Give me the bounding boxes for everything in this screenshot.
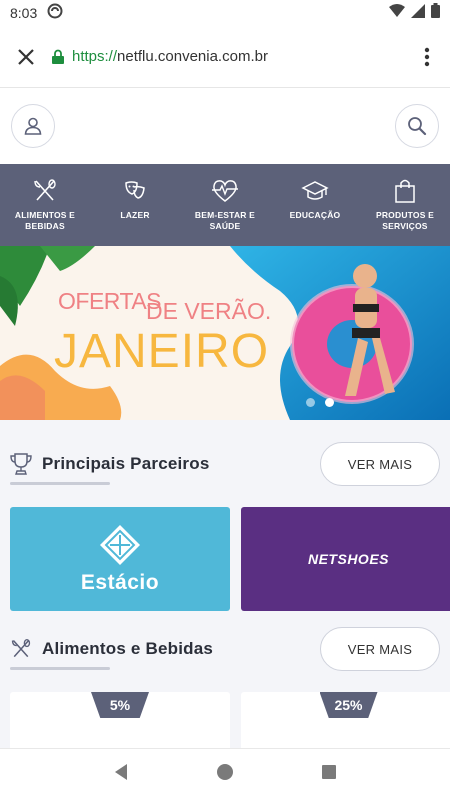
category-educacao[interactable]: EDUCAÇÃO <box>270 164 360 246</box>
carousel-dot-active[interactable] <box>325 398 334 407</box>
shopping-bag-icon <box>395 179 415 203</box>
url-scheme: https:// <box>72 48 118 65</box>
ver-mais-food-button[interactable]: VER MAIS <box>320 627 440 671</box>
partners-section-header: Principais Parceiros <box>10 452 209 476</box>
user-button[interactable] <box>11 104 55 148</box>
close-tab-button[interactable] <box>0 26 52 88</box>
category-label-line1: LAZER <box>120 210 150 220</box>
theater-masks-icon <box>125 181 145 199</box>
carousel-dots <box>306 398 334 407</box>
user-icon <box>24 117 42 135</box>
estacio-logo-icon <box>100 525 140 565</box>
section-underline <box>10 482 110 485</box>
offer-card[interactable]: 25% <box>241 692 450 748</box>
discount-badge: 5% <box>91 692 149 718</box>
category-label-line1: PRODUTOS E <box>375 210 435 220</box>
signal-icon <box>411 3 425 23</box>
more-vert-icon <box>424 47 430 66</box>
category-alimentos-bebidas[interactable]: ALIMENTOS E BEBIDAS <box>0 164 90 246</box>
home-icon <box>216 764 233 780</box>
partner-name-netshoes: NETSHOES <box>307 551 389 567</box>
category-label-line1: ALIMENTOS E <box>14 210 76 220</box>
fork-knife-icon <box>34 179 56 201</box>
recents-button[interactable] <box>321 764 337 785</box>
trophy-icon <box>10 453 32 475</box>
wifi-icon <box>389 3 405 23</box>
status-bar: 8:03 <box>0 0 450 26</box>
back-button[interactable] <box>113 763 129 786</box>
battery-icon <box>431 3 440 23</box>
category-lazer[interactable]: LAZER <box>90 164 180 246</box>
section-title-partners: Principais Parceiros <box>42 454 210 473</box>
search-button[interactable] <box>395 104 439 148</box>
partner-name-estacio: Estácio <box>80 571 160 594</box>
recents-icon <box>321 765 336 779</box>
category-nav: ALIMENTOS E BEBIDAS LAZER BEM-ESTAR E SAÚD… <box>0 164 450 246</box>
banner-headline-month: JANEIRO <box>54 325 270 378</box>
close-icon <box>18 48 34 65</box>
heart-pulse-icon <box>212 180 238 202</box>
system-nav-bar <box>0 748 450 800</box>
graduation-cap-icon <box>301 181 329 200</box>
category-label-line2: SERVIÇOS <box>382 221 428 231</box>
partner-card-netshoes[interactable]: NETSHOES <box>241 507 450 611</box>
category-label-line1: EDUCAÇÃO <box>289 210 341 220</box>
home-button[interactable] <box>216 763 234 786</box>
promo-banner[interactable]: OFERTAS DE VERÃO. JANEIRO <box>0 246 450 420</box>
category-bem-estar-saude[interactable]: BEM-ESTAR E SAÚDE <box>180 164 270 246</box>
search-icon <box>408 117 427 136</box>
section-underline <box>10 667 110 670</box>
carousel-dot[interactable] <box>306 398 315 407</box>
category-label-line2: BEBIDAS <box>25 221 65 231</box>
offer-card[interactable]: 5% <box>10 692 230 748</box>
site-header <box>0 88 450 164</box>
back-icon <box>115 764 128 780</box>
url-field[interactable]: https://netflu.convenia.com.br <box>52 48 268 65</box>
fork-knife-icon <box>11 639 31 658</box>
food-section-header: Alimentos e Bebidas <box>10 638 213 660</box>
banner-headline-2: DE VERÃO. <box>146 298 272 324</box>
category-label-line2: SAÚDE <box>209 221 241 231</box>
notification-icon <box>47 3 63 24</box>
main-content: Principais Parceiros VER MAIS Estácio NE… <box>0 420 450 748</box>
category-label-line1: BEM-ESTAR E <box>194 210 256 220</box>
partner-card-estacio[interactable]: Estácio <box>10 507 230 611</box>
lock-icon <box>52 49 64 64</box>
browser-menu-button[interactable] <box>404 26 450 88</box>
ver-mais-partners-button[interactable]: VER MAIS <box>320 442 440 486</box>
section-title-food: Alimentos e Bebidas <box>42 639 214 658</box>
category-produtos-servicos[interactable]: PRODUTOS E SERVIÇOS <box>360 164 450 246</box>
browser-url-bar: https://netflu.convenia.com.br <box>0 26 450 88</box>
status-time: 8:03 <box>10 5 38 21</box>
discount-badge: 25% <box>319 692 378 718</box>
url-host: netflu.convenia.com.br <box>117 48 268 65</box>
